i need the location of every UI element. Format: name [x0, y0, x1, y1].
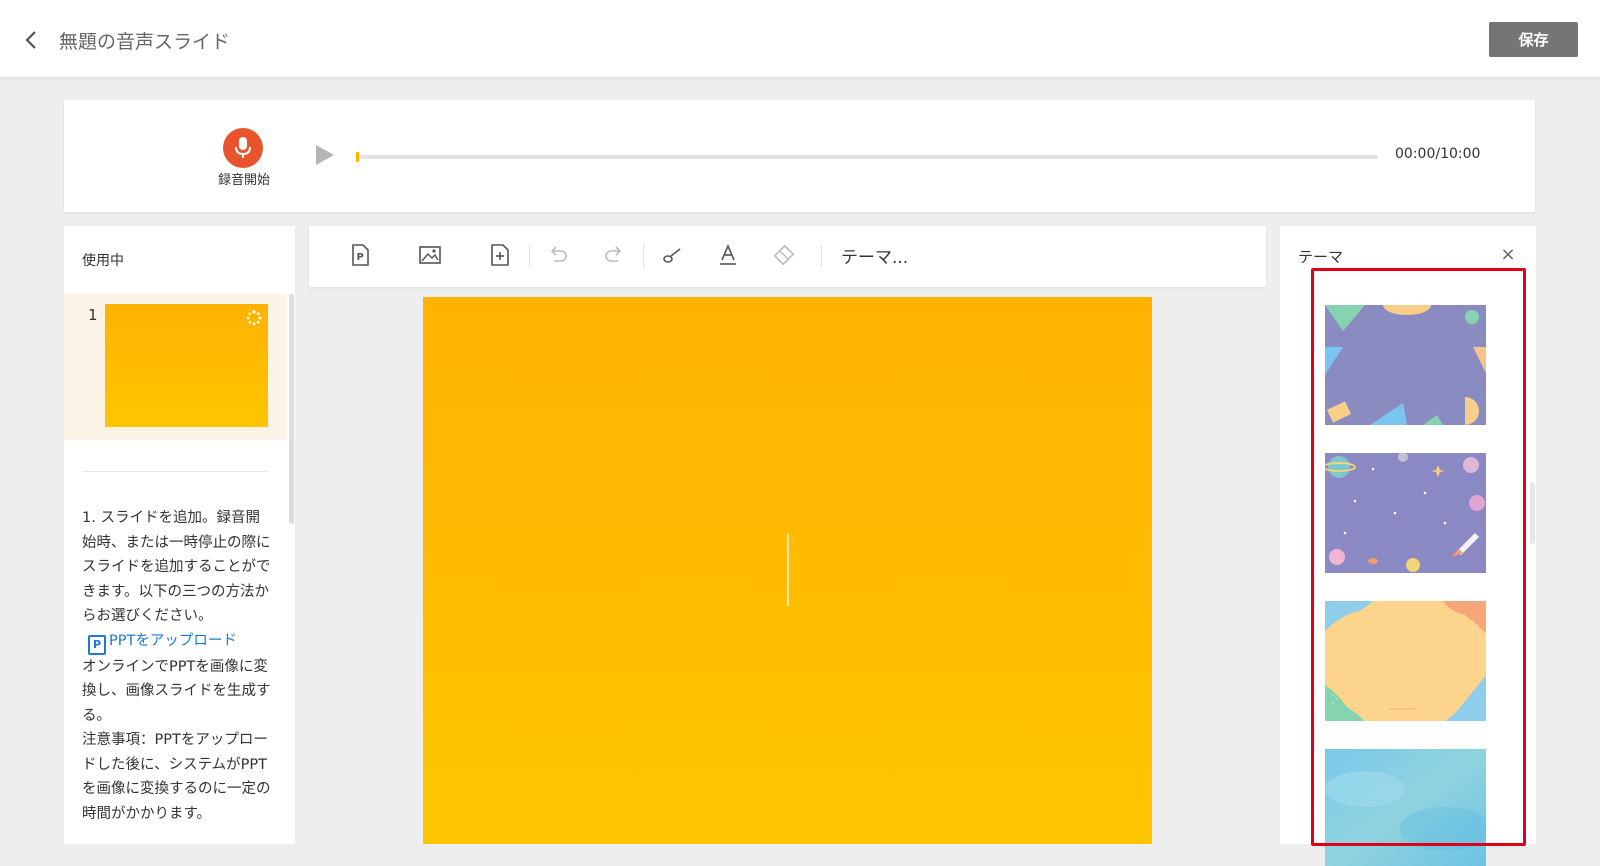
help-description: オンラインでPPTを画像に変換し、画像スライドを生成する。	[82, 658, 271, 724]
toolbar-separator	[821, 245, 822, 267]
ppt-upload-link[interactable]: P PPTをアップロード	[82, 629, 274, 655]
add-slide-icon[interactable]	[487, 242, 513, 268]
help-note: 注意事項：PPTをアップロードした後に、システムがPPTを画像に変換するのに一定…	[82, 732, 271, 822]
time-display: 00:00/10:00	[1395, 146, 1481, 162]
back-icon[interactable]	[20, 26, 44, 54]
theme-scrollbar[interactable]	[1530, 482, 1535, 544]
recorder-bar: 録音開始 00:00/10:00	[64, 100, 1535, 212]
save-button[interactable]: 保存	[1489, 22, 1578, 57]
play-icon[interactable]	[316, 145, 334, 165]
brush-icon[interactable]	[659, 242, 685, 268]
audio-progress-track[interactable]	[356, 152, 1378, 162]
progress-handle[interactable]	[356, 152, 359, 162]
divider	[82, 471, 268, 472]
text-color-icon[interactable]	[715, 242, 741, 268]
slide-canvas[interactable]	[423, 297, 1152, 844]
text-cursor	[787, 534, 789, 606]
slides-heading: 使用中	[82, 253, 124, 269]
slides-scrollbar[interactable]	[289, 294, 294, 524]
undo-icon[interactable]	[545, 242, 571, 268]
ppt-upload-label: PPTをアップロード	[109, 632, 237, 649]
image-icon[interactable]	[417, 242, 443, 268]
toolbar-separator	[643, 245, 644, 267]
theme-highlight-frame	[1311, 268, 1526, 846]
slide-list-item[interactable]: 1	[64, 294, 287, 440]
editor-toolbar: P テーマ...	[309, 226, 1266, 287]
record-label: 録音開始	[217, 173, 270, 188]
slide-thumbnail[interactable]	[105, 304, 268, 427]
help-intro: 1. スライドを追加。録音開始時、または一時停止の際にスライドを追加することがで…	[82, 510, 271, 624]
top-bar: 無題の音声スライド 保存	[0, 0, 1600, 78]
ppt-upload-icon[interactable]: P	[347, 242, 373, 268]
ppt-icon: P	[88, 634, 106, 655]
page-title: 無題の音声スライド	[59, 31, 231, 53]
toolbar-separator	[529, 245, 530, 267]
help-text: 1. スライドを追加。録音開始時、または一時停止の際にスライドを追加することがで…	[82, 506, 274, 826]
svg-text:P: P	[357, 252, 364, 263]
redo-icon[interactable]	[601, 242, 627, 268]
microphone-icon	[235, 137, 251, 158]
theme-menu[interactable]: テーマ...	[841, 243, 908, 268]
close-icon[interactable]: ×	[1500, 244, 1516, 265]
loading-spinner-icon	[246, 310, 262, 326]
theme-panel-title: テーマ	[1298, 248, 1344, 266]
slide-number: 1	[88, 306, 98, 324]
record-button[interactable]	[223, 128, 263, 168]
eraser-icon[interactable]	[771, 242, 797, 268]
slides-panel: 使用中 1 1. スライドを追加。録音開始時、または一時停止の際にスライドを追加…	[64, 226, 295, 844]
